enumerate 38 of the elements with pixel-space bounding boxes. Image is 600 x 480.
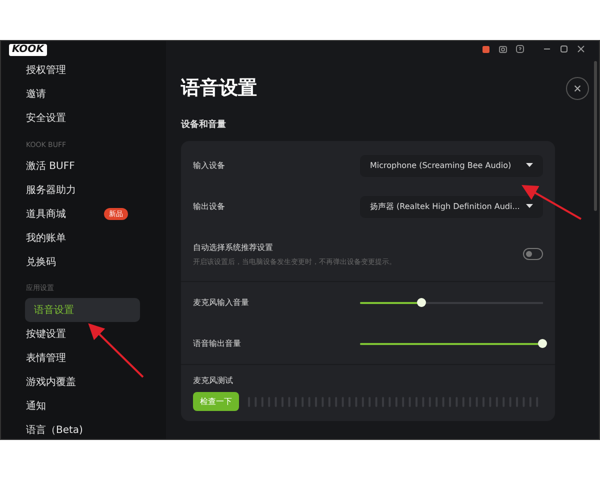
setting-label: 麦克风输入音量 (193, 297, 249, 308)
sidebar-item[interactable]: 通知 (1, 394, 140, 418)
sidebar-item[interactable]: 邀请 (1, 82, 140, 106)
scrollbar[interactable] (594, 61, 597, 211)
sidebar-item[interactable]: 游戏内覆盖 (1, 370, 140, 394)
sidebar-item[interactable]: 激活 BUFF (1, 154, 140, 178)
caret-icon (526, 204, 533, 209)
help-icon[interactable] (515, 44, 525, 54)
arrow-annotation (88, 323, 144, 378)
sidebar-item[interactable]: 我的账单 (1, 226, 140, 250)
device-dropdown[interactable]: 扬声器 (Realtek High Definition Audi... (360, 196, 543, 218)
setting-label: 输入设备 (193, 160, 225, 171)
close-button[interactable] (566, 76, 589, 100)
app-logo: KOOK (9, 44, 47, 56)
maximize-icon[interactable] (559, 44, 569, 54)
sidebar-item[interactable]: 授权管理 (1, 58, 140, 82)
arrow-annotation (522, 185, 582, 220)
setting-label: 语音输出音量 (193, 338, 241, 349)
slider-thumb[interactable] (417, 298, 426, 307)
slider-thumb[interactable] (538, 339, 547, 348)
camera-icon[interactable] (498, 44, 508, 54)
setting-label: 输出设备 (193, 201, 225, 212)
sidebar-item[interactable]: 表情管理 (1, 346, 140, 370)
sidebar-item[interactable]: 服务器助力 (1, 178, 140, 202)
setting-label: 自动选择系统推荐设置 (193, 242, 274, 252)
sidebar-item[interactable]: 兑换码 (1, 250, 140, 274)
device-dropdown[interactable]: Microphone (Screaming Bee Audio) (360, 154, 543, 176)
sidebar-item[interactable]: 语言（Beta) (1, 418, 140, 439)
caret-icon (526, 163, 533, 168)
close-icon[interactable] (576, 44, 586, 54)
sidebar-item[interactable]: 安全设置 (1, 106, 140, 130)
section-title: 设备和音量 (181, 118, 227, 131)
page-title: 语音设置 (181, 76, 257, 101)
setting-label: 麦克风测试 (193, 375, 234, 386)
toggle-switch[interactable] (523, 248, 543, 260)
close-icon (573, 84, 582, 92)
sidebar-item[interactable]: 语音设置 (25, 298, 140, 322)
sidebar-item[interactable]: 按键设置 (1, 322, 140, 346)
